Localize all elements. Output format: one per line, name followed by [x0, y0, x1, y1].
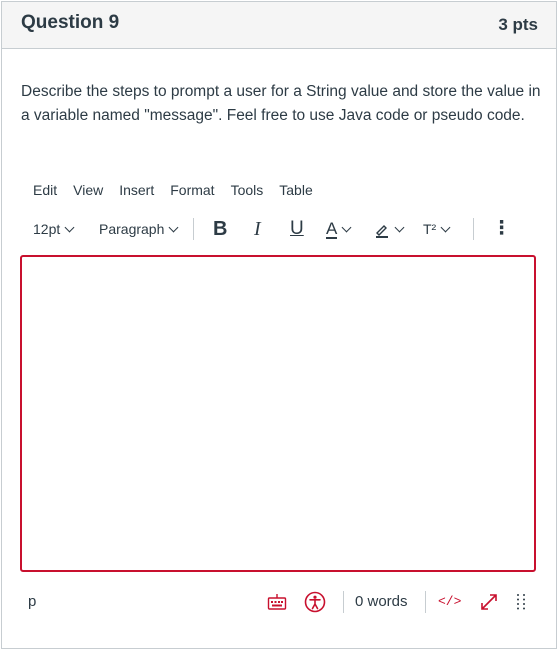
chevron-down-icon: [394, 222, 405, 233]
toolbar-divider: [473, 218, 474, 240]
text-color-button[interactable]: A: [326, 214, 352, 244]
highlight-color-button[interactable]: [374, 214, 405, 244]
menu-insert[interactable]: Insert: [119, 182, 154, 204]
italic-button[interactable]: I: [254, 214, 261, 244]
statusbar-divider: [343, 591, 344, 613]
block-format-value: Paragraph: [99, 221, 165, 237]
more-options-button[interactable]: ⋮: [492, 214, 511, 244]
bold-button[interactable]: B: [213, 214, 227, 244]
editor-toolbar: 12pt Paragraph B I U A T² ⋮: [20, 214, 536, 244]
keyboard-shortcuts-button[interactable]: [267, 588, 287, 616]
font-size-dropdown[interactable]: 12pt: [33, 214, 75, 244]
element-path[interactable]: p: [28, 588, 36, 616]
keyboard-icon: [267, 594, 287, 610]
underline-button[interactable]: U: [290, 214, 304, 244]
menu-edit[interactable]: Edit: [33, 182, 57, 204]
chevron-down-icon: [168, 222, 179, 233]
block-format-dropdown[interactable]: Paragraph: [99, 214, 179, 244]
expand-icon: [481, 594, 497, 610]
statusbar-divider: [425, 591, 426, 613]
text-color-icon: A: [326, 219, 338, 239]
fullscreen-button[interactable]: [479, 588, 499, 616]
chevron-down-icon: [64, 222, 75, 233]
editor-statusbar: p 0 words </>: [20, 588, 536, 616]
chevron-down-icon: [341, 222, 352, 233]
menu-table[interactable]: Table: [279, 182, 312, 204]
question-header: Question 9 3 pts: [2, 2, 556, 49]
font-size-value: 12pt: [33, 221, 61, 237]
menu-view[interactable]: View: [73, 182, 103, 204]
menu-format[interactable]: Format: [170, 182, 214, 204]
drag-handle-icon: [517, 594, 525, 610]
highlighter-icon: [376, 225, 388, 239]
question-points: 3 pts: [498, 15, 538, 34]
word-count[interactable]: 0 words: [355, 588, 408, 616]
editor-menubar: Edit View Insert Format Tools Table: [22, 182, 318, 204]
toolbar-divider: [193, 218, 194, 240]
chevron-down-icon: [440, 222, 451, 233]
question-title: Question 9: [21, 12, 120, 33]
accessibility-checker-button[interactable]: [304, 588, 326, 616]
superscript-icon: T²: [423, 221, 437, 237]
html-editor-button[interactable]: </>: [438, 588, 461, 616]
superscript-button[interactable]: T²: [423, 214, 451, 244]
rich-text-editor[interactable]: [20, 255, 536, 572]
resize-handle[interactable]: [515, 588, 527, 616]
accessibility-icon: [304, 591, 326, 613]
menu-tools[interactable]: Tools: [231, 182, 264, 204]
question-text: Describe the steps to prompt a user for …: [21, 83, 541, 124]
